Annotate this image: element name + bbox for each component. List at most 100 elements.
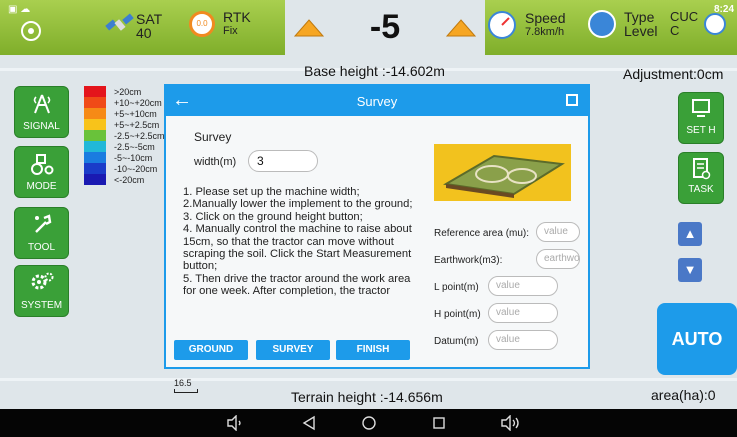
home-icon[interactable] xyxy=(361,415,377,431)
signal-tower-icon xyxy=(33,94,50,114)
legend-swatch xyxy=(84,152,106,163)
arrow-down-icon: ▼ xyxy=(683,262,697,277)
tractor-icon xyxy=(30,154,53,175)
instruction-step: 5. Then drive the tractor around the wor… xyxy=(183,272,411,298)
survey-instructions: 1. Please set up the machine width; 2.Ma… xyxy=(183,186,421,316)
speed-indicator: Speed 7.8km/h xyxy=(487,10,565,40)
legend-row: -2.5~+2.5cm xyxy=(84,130,165,141)
signal-label: SIGNAL xyxy=(23,121,60,132)
reference-area-input[interactable]: value xyxy=(536,222,580,242)
volume-down-icon[interactable] xyxy=(226,415,244,431)
map-gridline xyxy=(0,378,737,381)
width-input[interactable]: 3 xyxy=(248,150,318,172)
auto-button[interactable]: AUTO xyxy=(657,303,737,375)
legend-swatch xyxy=(84,108,106,119)
operator-icon[interactable] xyxy=(704,13,727,35)
legend-label: -2.5~+2.5cm xyxy=(114,130,165,141)
instruction-step: 3. Click on the ground height button; xyxy=(183,210,363,223)
survey-button[interactable]: SURVEY xyxy=(256,340,330,360)
task-list-icon xyxy=(693,158,711,180)
rtk-gauge-icon: 0.0 xyxy=(189,11,215,37)
adjustment-value: Adjustment:0cm xyxy=(623,66,724,82)
lower-button[interactable]: ▼ xyxy=(678,258,702,282)
map-scale: 16.5 xyxy=(174,378,198,393)
datum-input[interactable]: value xyxy=(488,330,558,350)
ground-button[interactable]: GROUND xyxy=(174,340,248,360)
dialog-title: Survey xyxy=(356,94,398,109)
tool-icon xyxy=(34,214,51,233)
h-point-input[interactable]: value xyxy=(488,303,558,323)
legend-row: <-20cm xyxy=(84,174,165,185)
tool-label: TOOL xyxy=(27,242,56,253)
monitor-icon xyxy=(692,99,710,117)
sat-count: 40 xyxy=(136,25,152,41)
survey-section-label: Survey xyxy=(194,130,232,144)
satellite-icon xyxy=(105,13,134,31)
raise-warning-icon xyxy=(293,18,325,36)
width-label: width(m) xyxy=(194,156,237,168)
back-icon[interactable] xyxy=(301,415,317,431)
field-illustration-icon xyxy=(443,154,565,198)
legend-swatch xyxy=(84,86,106,97)
satellite-indicator: SAT 40 xyxy=(100,10,162,42)
set-height-button[interactable]: SET H xyxy=(678,92,724,144)
expand-icon[interactable] xyxy=(566,94,578,106)
survey-dialog: ← Survey Survey width(m) 3 1. Please set… xyxy=(164,84,590,369)
mode-label: MODE xyxy=(26,181,57,192)
base-height: Base height :-14.602m xyxy=(304,63,445,79)
recents-icon[interactable] xyxy=(431,415,447,431)
dialog-body: Survey width(m) 3 1. Please set up the m… xyxy=(166,116,588,367)
arrow-up-icon: ▲ xyxy=(683,226,697,241)
legend-label: -10~-20cm xyxy=(114,163,158,174)
task-button[interactable]: TASK xyxy=(678,152,724,204)
sat-label: SAT xyxy=(136,11,163,27)
system-label: SYSTEM xyxy=(20,300,63,311)
field-illustration xyxy=(434,144,571,201)
base-station-icon xyxy=(21,21,41,41)
rtk-indicator: 0.0 RTK Fix xyxy=(189,10,251,38)
l-point-input[interactable]: value xyxy=(488,276,558,296)
legend-row: -10~-20cm xyxy=(84,163,165,174)
h-point-label: H point(m) xyxy=(434,309,481,320)
earthwork-label: Earthwork(m3): xyxy=(434,255,503,266)
legend-label: +10~+20cm xyxy=(114,97,162,108)
signal-button[interactable]: SIGNAL xyxy=(14,86,69,138)
speedometer-icon xyxy=(488,11,516,39)
legend-label: -5~-10cm xyxy=(114,152,153,163)
notification-icons: ▣ ☁ xyxy=(8,4,31,15)
lower-warning-icon xyxy=(445,18,477,36)
legend-label: -2.5~-5cm xyxy=(114,141,155,152)
type-value: Level xyxy=(624,23,658,39)
legend-row: -2.5~-5cm xyxy=(84,141,165,152)
system-button[interactable]: SYSTEM xyxy=(14,265,69,317)
tool-button[interactable]: TOOL xyxy=(14,207,69,259)
finish-button[interactable]: FINISH xyxy=(336,340,410,360)
legend-row: >20cm xyxy=(84,86,165,97)
set-h-label: SET H xyxy=(686,125,716,136)
earthwork-input[interactable]: earthwork xyxy=(536,249,580,269)
instruction-step: 2.Manually lower the implement to the gr… xyxy=(183,198,413,211)
legend-swatch xyxy=(84,97,106,108)
area-value: area(ha):0 xyxy=(651,387,716,403)
mode-button[interactable]: MODE xyxy=(14,146,69,198)
status-bar: ▣ ☁ 8:24 SAT 40 0.0 RTK Fix -5 Speed 7.8… xyxy=(0,0,737,55)
height-deviation: -5 xyxy=(369,8,401,46)
terrain-height: Terrain height :-14.656m xyxy=(291,389,443,405)
raise-button[interactable]: ▲ xyxy=(678,222,702,246)
base-station-indicator xyxy=(18,16,44,42)
legend-label: >20cm xyxy=(114,86,142,97)
volume-up-icon[interactable] xyxy=(500,415,522,431)
rtk-label: RTK xyxy=(223,9,251,25)
l-point-label: L point(m) xyxy=(434,282,479,293)
rtk-age: 0.0 xyxy=(196,19,208,28)
blade-type-indicator: Type Level xyxy=(588,10,657,38)
legend-swatch xyxy=(84,130,106,141)
cut-indicator: CUC C xyxy=(670,10,727,38)
legend-swatch xyxy=(84,174,106,185)
task-label: TASK xyxy=(688,184,714,195)
cut-value: C xyxy=(670,23,680,38)
level-blade-icon xyxy=(588,10,616,38)
legend-row: -5~-10cm xyxy=(84,152,165,163)
legend-label: +5~+2.5cm xyxy=(114,119,160,130)
android-nav-bar xyxy=(0,409,737,437)
